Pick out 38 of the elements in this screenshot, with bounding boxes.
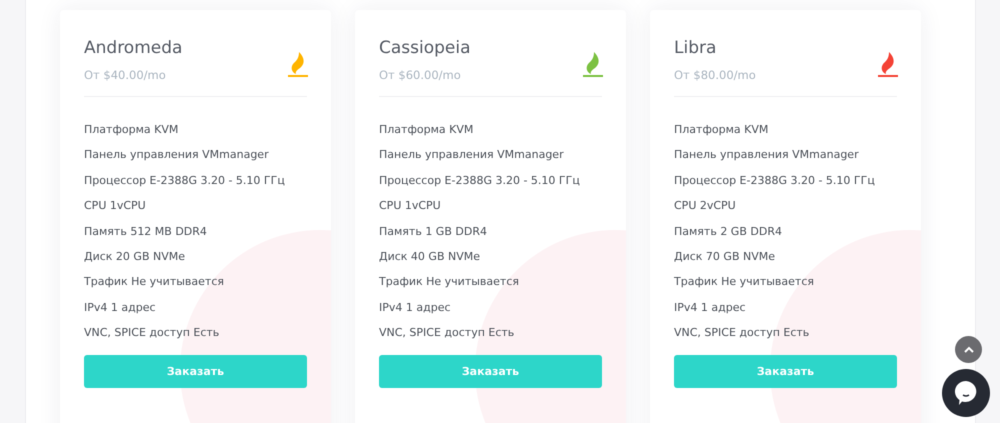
feature-text: Трафик Не учитывается — [379, 274, 520, 290]
feature-text: Платформа KVM — [379, 122, 474, 138]
feature-text: Память 512 MB DDR4 — [84, 224, 208, 240]
plan-price: От $80.00/mo — [674, 68, 756, 82]
plan-name: Libra — [674, 38, 718, 58]
feature-text: Диск 40 GB NVMe — [379, 248, 482, 265]
feature-text: Процессор E-2388G 3.20 - 5.10 ГГц — [379, 172, 581, 189]
feature-text: Трафик Не учитывается — [84, 274, 225, 290]
feature-text: Панель управления VMmanager — [674, 147, 860, 164]
feature-text: Трафик Не учитывается — [674, 274, 815, 290]
feature-text: VNC, SPICE доступ Есть — [379, 325, 516, 342]
feature-text: VNC, SPICE доступ Есть — [674, 325, 810, 342]
feature-text: CPU 2vCPU — [674, 198, 737, 214]
order-button[interactable]: Заказать — [84, 355, 307, 388]
feature-text: Процессор E-2388G 3.20 - 5.10 ГГц — [674, 172, 876, 189]
feature-text: Память 1 GB DDR4 — [379, 224, 488, 240]
feature-text: IPv4 1 адрес — [674, 300, 747, 316]
feature-text: IPv4 1 адрес — [84, 300, 157, 316]
order-button[interactable]: Заказать — [674, 355, 897, 388]
chat-bubble-icon — [954, 380, 978, 406]
feature-text: Диск 20 GB NVMe — [84, 248, 186, 265]
feature-text: CPU 1vCPU — [84, 198, 147, 214]
plan-name: Andromeda — [84, 38, 182, 58]
feature-text: Платформа KVM — [84, 122, 180, 138]
feature-text: Память 2 GB DDR4 — [674, 224, 783, 240]
order-button[interactable]: Заказать — [379, 355, 602, 388]
plan-name: Cassiopeia — [379, 38, 471, 58]
feature-text: IPv4 1 адрес — [379, 300, 452, 316]
feature-text: Платформа KVM — [674, 122, 770, 138]
feature-text: Процессор E-2388G 3.20 - 5.10 ГГц — [84, 172, 286, 189]
feature-text: VNC, SPICE доступ Есть — [84, 325, 220, 342]
feature-text: CPU 1vCPU — [379, 198, 442, 214]
feature-text: Диск 70 GB NVMe — [674, 248, 776, 265]
feature-text: Панель управления VMmanager — [84, 147, 270, 164]
plan-price: От $40.00/mo — [84, 68, 167, 82]
chevron-up-icon — [964, 346, 974, 353]
feature-text: Панель управления VMmanager — [379, 147, 565, 164]
plan-price: От $60.00/mo — [379, 68, 462, 82]
